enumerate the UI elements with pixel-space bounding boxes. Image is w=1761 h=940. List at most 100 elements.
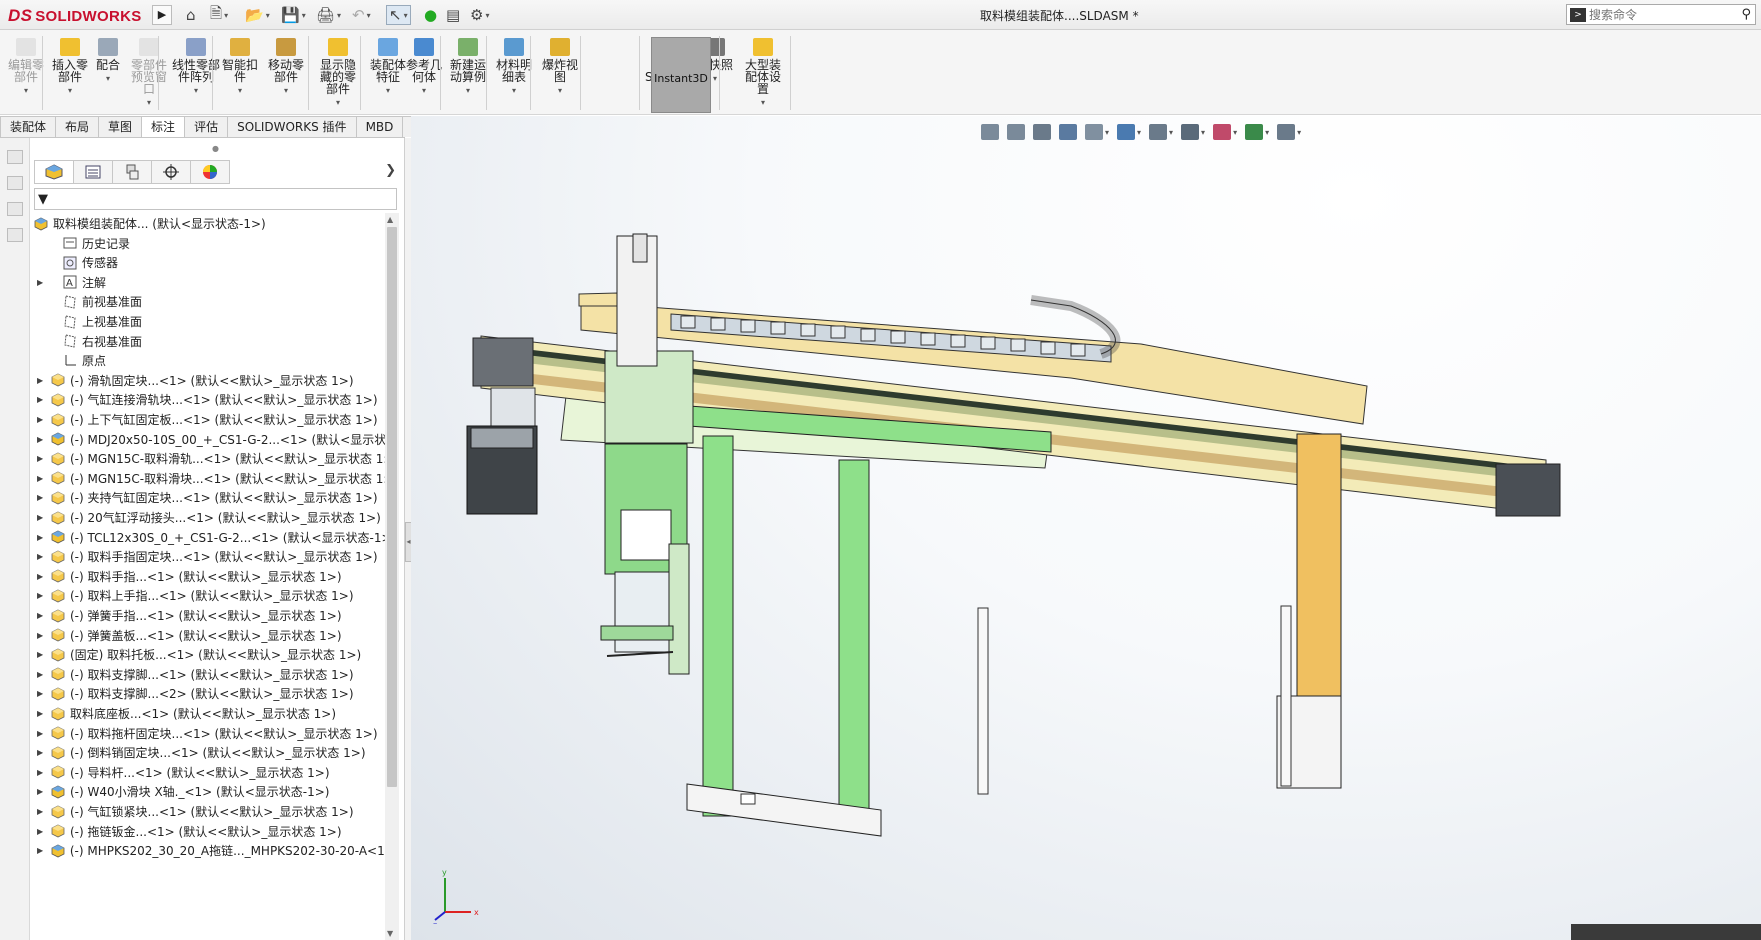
new-document-icon[interactable]: 🗎 ▾ — [210, 4, 228, 25]
chevron-down-icon[interactable]: ▾ — [220, 85, 260, 97]
component-property-icon[interactable] — [6, 150, 23, 164]
expand-arrow-icon[interactable]: ▶ — [37, 415, 47, 424]
solidworks-logo[interactable]: DS SOLIDWORKS — [8, 5, 142, 27]
chevron-down-icon[interactable]: ▾ — [316, 97, 360, 109]
options-icon[interactable]: ⚙ ▾ — [470, 5, 489, 25]
expand-arrow-icon[interactable]: ▶ — [37, 729, 47, 738]
expand-arrow-icon[interactable]: ▶ — [37, 591, 47, 600]
expand-arrow-icon[interactable]: ▶ — [37, 376, 47, 385]
tab-property-manager[interactable] — [73, 160, 113, 184]
select-icon[interactable]: ↖ ▾ — [386, 5, 411, 25]
expand-arrow-icon[interactable]: ▶ — [37, 552, 47, 561]
chevron-down-icon[interactable]: ▾ — [448, 85, 488, 97]
ribbon-button-8[interactable]: 显示隐 藏的零 部件 ▾ — [316, 38, 360, 109]
expand-arrow-icon[interactable]: ▶ — [37, 748, 47, 757]
expand-arrow-icon[interactable]: ▶ — [37, 474, 47, 483]
tree-scrollbar[interactable]: ▲ ▼ — [385, 213, 399, 940]
chevron-down-icon[interactable]: ▾ — [50, 85, 90, 97]
ribbon-button-7[interactable]: 移动零 部件 ▾ — [264, 38, 308, 97]
tree-item[interactable]: 历史记录 — [30, 233, 385, 254]
display-panel-icon[interactable] — [6, 202, 23, 216]
tree-item[interactable]: 右视基准面 — [30, 331, 385, 352]
chevron-down-icon[interactable]: ▾ — [494, 85, 534, 97]
undo-icon[interactable]: ↶ ▾ — [352, 5, 371, 25]
menu-expand-arrow-icon[interactable]: ▶ — [152, 5, 172, 25]
scroll-thumb[interactable] — [387, 227, 397, 787]
tree-item[interactable]: ▶ (-) MDJ20x50-10S_00_+_CS1-G-2...<1> (默认… — [30, 429, 385, 450]
ribbon-button-9[interactable]: 装配体 特征 ▾ — [368, 38, 408, 97]
tree-item[interactable]: ▶ (-) 取料手指...<1> (默认<<默认>_显示状态 1>) — [30, 566, 385, 587]
chevron-down-icon[interactable]: ▾ — [264, 85, 308, 97]
expand-arrow-icon[interactable]: ▶ — [37, 827, 47, 836]
ribbon-button-5[interactable]: 线性零部 件阵列 ▾ — [166, 38, 226, 97]
tree-root-assembly[interactable]: 取料模组装配体... (默认<显示状态-1>) — [30, 213, 385, 234]
tree-item[interactable]: ▶ (-) MHPKS202_30_20_A拖链..._MHPKS202-30-2… — [30, 840, 385, 861]
file-properties-icon[interactable]: ▤ — [446, 5, 460, 25]
ribbon-button-17[interactable]: 大型装 配体设 置 ▾ — [742, 38, 784, 109]
chevron-down-icon[interactable]: ▾ — [130, 97, 168, 109]
chevron-down-icon[interactable]: ▾ — [404, 85, 444, 97]
chevron-down-icon[interactable]: ▾ — [166, 85, 226, 97]
tree-item[interactable]: 原点 — [30, 350, 385, 371]
tree-item[interactable]: ▶ (-) MGN15C-取料滑块...<1> (默认<<默认>_显示状态 1: — [30, 468, 385, 489]
assembly-model-render[interactable] — [411, 116, 1761, 940]
print-icon[interactable]: 🖨 ▾ — [316, 5, 341, 25]
expand-arrow-icon[interactable]: ▶ — [37, 395, 47, 404]
ribbon-button-12[interactable]: 材料明 细表 ▾ — [494, 38, 534, 97]
tree-item[interactable]: ▶ (-) 拖链钣金...<1> (默认<<默认>_显示状态 1>) — [30, 821, 385, 842]
tab-4[interactable]: 标注 — [141, 116, 186, 137]
tree-item[interactable]: ▶ 取料底座板...<1> (默认<<默认>_显示状态 1>) — [30, 703, 385, 724]
expand-arrow-icon[interactable]: ▶ — [37, 493, 47, 502]
expand-arrow-icon[interactable]: ▶ — [37, 435, 47, 444]
ribbon-button-3[interactable]: 配合 ▾ — [94, 38, 122, 85]
tree-item[interactable]: 前视基准面 — [30, 291, 385, 312]
tree-item[interactable]: ▶ (-) 倒料销固定块...<1> (默认<<默认>_显示状态 1>) — [30, 742, 385, 763]
filter-icon[interactable]: ▼ — [38, 192, 48, 207]
tree-item[interactable]: 传感器 — [30, 252, 385, 273]
expand-arrow-icon[interactable]: ▶ — [37, 278, 47, 287]
rebuild-icon[interactable]: ● — [424, 5, 437, 25]
home-icon[interactable]: ⌂ — [186, 5, 196, 25]
ribbon-button-1[interactable]: 编辑零 部件 ▾ — [8, 38, 44, 97]
expand-arrow-icon[interactable]: ▶ — [37, 768, 47, 777]
chevron-down-icon[interactable]: ▾ — [368, 85, 408, 97]
tree-item[interactable]: ▶ (-) 20气缸浮动接头...<1> (默认<<默认>_显示状态 1>) — [30, 507, 385, 528]
tree-item[interactable]: ▶ (-) W40小滑块 X轴._<1> (默认<显示状态-1>) — [30, 781, 385, 802]
expand-arrow-icon[interactable]: ▶ — [37, 670, 47, 679]
tab-2[interactable]: 布局 — [55, 116, 100, 137]
expand-arrow-icon[interactable]: ▶ — [37, 807, 47, 816]
chevron-down-icon[interactable]: ▾ — [538, 85, 582, 97]
tree-item[interactable]: ▶ (-) 弹簧盖板...<1> (默认<<默认>_显示状态 1>) — [30, 625, 385, 646]
tab-dimxpert-manager[interactable] — [151, 160, 191, 184]
open-icon[interactable]: 📂 ▾ — [245, 5, 270, 25]
tree-item[interactable]: ▶ (-) 取料上手指...<1> (默认<<默认>_显示状态 1>) — [30, 585, 385, 606]
edit-sketch-icon[interactable] — [6, 176, 23, 190]
ribbon-button-11[interactable]: 新建运 动算例 ▾ — [448, 38, 488, 97]
tab-6[interactable]: SOLIDWORKS 插件 — [227, 116, 357, 137]
tree-item[interactable]: ▶ A 注解 — [30, 272, 385, 293]
expand-arrow-icon[interactable]: ▶ — [37, 611, 47, 620]
tree-item[interactable]: ▶ (-) 取料拖杆固定块...<1> (默认<<默认>_显示状态 1>) — [30, 723, 385, 744]
expand-arrow-icon[interactable]: ▶ — [37, 454, 47, 463]
graphics-area[interactable]: ▾ ▾ ▾ ▾ ▾ ▾ ▾ y x — [411, 116, 1761, 940]
search-icon[interactable]: ⚲ — [1741, 7, 1751, 22]
save-icon[interactable]: 💾 ▾ — [281, 5, 306, 25]
tree-filter-box[interactable]: ▼ — [34, 188, 397, 210]
search-input[interactable] — [1589, 7, 1742, 22]
tab-1[interactable]: 装配体 — [0, 116, 57, 137]
expand-arrow-icon[interactable]: ▶ — [37, 533, 47, 542]
ribbon-button-13[interactable]: 爆炸视 图 ▾ — [538, 38, 582, 97]
tree-item[interactable]: ▶ (固定) 取料托板...<1> (默认<<默认>_显示状态 1>) — [30, 644, 385, 665]
ribbon-button-6[interactable]: 智能扣 件 ▾ — [220, 38, 260, 97]
tree-item[interactable]: ▶ (-) 上下气缸固定板...<1> (默认<<默认>_显示状态 1>) — [30, 409, 385, 430]
tab-feature-tree[interactable] — [34, 160, 74, 184]
chevron-down-icon[interactable]: ▾ — [94, 73, 122, 85]
instant3d-button[interactable]: Instant3D — [651, 37, 711, 113]
panel-grip-icon[interactable]: ● — [212, 144, 219, 153]
expand-arrow-icon[interactable]: ▶ — [37, 513, 47, 522]
scroll-up-icon[interactable]: ▲ — [387, 215, 393, 224]
tree-item[interactable]: ▶ (-) MGN15C-取料滑轨...<1> (默认<<默认>_显示状态 1: — [30, 448, 385, 469]
tree-item[interactable]: ▶ (-) 取料支撑脚...<2> (默认<<默认>_显示状态 1>) — [30, 683, 385, 704]
scroll-down-icon[interactable]: ▼ — [387, 929, 393, 938]
tree-item[interactable]: ▶ (-) 气缸连接滑轨块...<1> (默认<<默认>_显示状态 1>) — [30, 389, 385, 410]
